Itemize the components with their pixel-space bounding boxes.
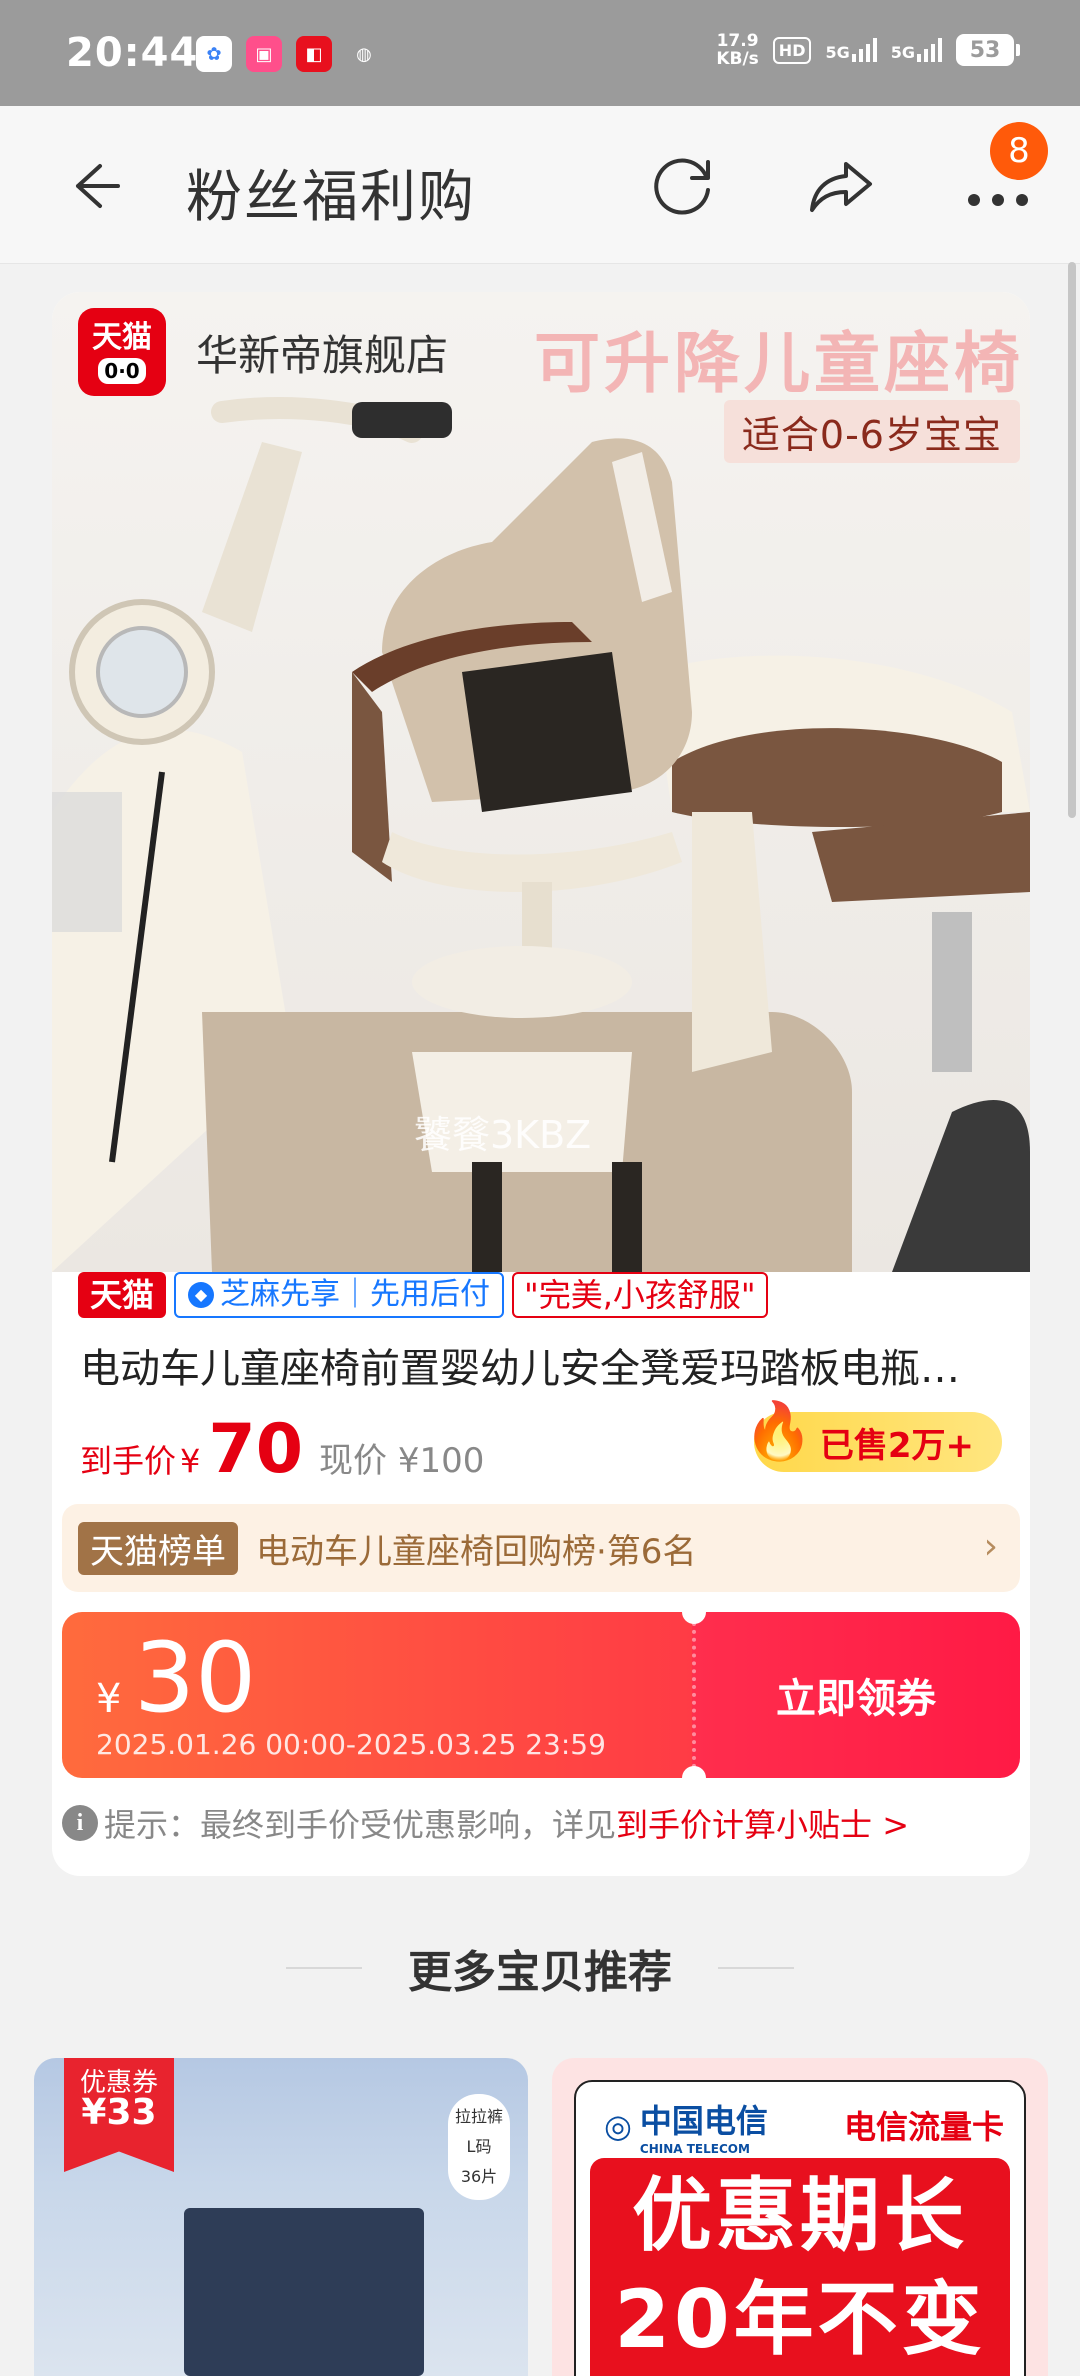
final-price: 70: [208, 1410, 304, 1489]
scrollbar[interactable]: [1068, 262, 1076, 818]
coupon[interactable]: ¥ 30 2025.01.26 00:00-2025.03.25 23:59 立…: [62, 1612, 1020, 1778]
rank-tag: 天猫榜单: [78, 1521, 238, 1575]
price-label: 到手价: [80, 1442, 177, 1480]
tmall-store-logo: 天猫 0·0: [78, 308, 166, 396]
coupon-value-area: ¥ 30 2025.01.26 00:00-2025.03.25 23:59: [62, 1612, 692, 1778]
app-notification-icon: ✿: [196, 36, 232, 72]
page-title: 粉丝福利购: [186, 165, 476, 230]
chevron-right-icon: ›: [983, 1526, 998, 1567]
notification-badge: 8: [990, 122, 1048, 180]
price-currency: ¥: [180, 1442, 201, 1480]
refresh-icon[interactable]: [648, 150, 720, 222]
tag-review-quote: "完美,小孩舒服": [512, 1272, 768, 1318]
recommend-card-diapers[interactable]: 优惠券 ¥33 拉拉裤 L码 36片: [34, 2058, 528, 2376]
app-notification-icon: ◍: [356, 43, 372, 65]
image-promo-title: 可升降儿童座椅: [534, 325, 1024, 402]
fire-icon: 🔥: [743, 1399, 814, 1464]
coupon-ribbon: 优惠券 ¥33: [64, 2058, 174, 2172]
image-promo-subtitle: 适合0-6岁宝宝: [723, 400, 1020, 463]
price-row: 到手价 ¥ 70 现价 ¥100: [80, 1410, 484, 1489]
tag-zhima: ◆ 芝麻先享｜先用后付: [174, 1272, 505, 1318]
hd-badge: HD: [772, 36, 812, 64]
signal-icon: 5G: [825, 38, 877, 62]
battery-icon: 53: [956, 34, 1020, 66]
app-notification-icon: ▣: [246, 36, 282, 72]
rank-text: 电动车儿童座椅回购榜·第6名: [256, 1531, 697, 1572]
recommend-card-telecom[interactable]: ◎ 中国电信 CHINA TELECOM 电信流量卡 优惠期长 20年不变: [552, 2058, 1048, 2376]
card-label: 电信流量卡: [843, 2108, 1004, 2146]
image-watermark: 饕餮3KBZ: [414, 1113, 592, 1157]
coupon-amount: 30: [134, 1622, 257, 1734]
tip-text: 提示：最终到手价受优惠影响，详见: [104, 1806, 617, 1844]
claim-coupon-button[interactable]: 立即领券: [692, 1612, 1020, 1778]
divider: [718, 1967, 794, 1969]
info-icon: i: [62, 1805, 98, 1841]
tag-tmall: 天猫: [78, 1272, 167, 1318]
net-speed: 17.9 KB/s: [716, 31, 759, 69]
telecom-ad: ◎ 中国电信 CHINA TELECOM 电信流量卡 优惠期长 20年不变: [574, 2080, 1026, 2376]
section-title: 更多宝贝推荐: [408, 1947, 672, 1998]
current-price: 现价 ¥100: [319, 1441, 485, 1481]
back-arrow-icon[interactable]: [60, 154, 124, 218]
product-title[interactable]: 电动车儿童座椅前置婴幼儿安全凳爱玛踏板电瓶…: [80, 1336, 1000, 1394]
status-time: 20:44: [66, 30, 199, 76]
store-name[interactable]: 华新帝旗舰店: [196, 322, 448, 383]
product-tags: 天猫 ◆ 芝麻先享｜先用后付 "完美,小孩舒服": [78, 1272, 768, 1318]
status-app-icons: ✿ ▣ ◧ ◍: [196, 36, 382, 72]
headline-panel: 优惠期长 20年不变: [590, 2158, 1010, 2376]
product-image[interactable]: 天猫 0·0 华新帝旗舰店 可升降儿童座椅 适合0-6岁宝宝 饕餮3KBZ: [52, 292, 1030, 1272]
coupon-validity: 2025.01.26 00:00-2025.03.25 23:59: [96, 1728, 606, 1761]
price-tip: i 提示：最终到手价受优惠影响，详见 到手价计算小贴士 >: [62, 1800, 909, 1846]
coupon-currency: ¥: [96, 1676, 122, 1722]
china-telecom-logo: ◎ 中国电信 CHINA TELECOM: [604, 2102, 768, 2156]
sold-count-badge: 🔥 已售2万+: [744, 1399, 1002, 1472]
store-header[interactable]: 天猫 0·0 华新帝旗舰店: [78, 308, 448, 396]
ranking-bar[interactable]: 天猫榜单 电动车儿童座椅回购榜·第6名 ›: [62, 1504, 1020, 1592]
share-icon[interactable]: [806, 150, 878, 222]
product-spec-label: 拉拉裤 L码 36片: [448, 2094, 510, 2200]
status-bar: 20:44 ✿ ▣ ◧ ◍ 17.9 KB/s HD 5G 5G 53: [0, 0, 1080, 106]
drop-icon: ◆: [188, 1282, 215, 1308]
tip-link[interactable]: 到手价计算小贴士 >: [616, 1800, 909, 1846]
app-notification-icon: ◧: [296, 36, 332, 72]
nav-header: 粉丝福利购 8: [0, 106, 1080, 264]
product-box-image: [184, 2208, 424, 2376]
product-card[interactable]: 天猫 0·0 华新帝旗舰店 可升降儿童座椅 适合0-6岁宝宝 饕餮3KBZ 天猫…: [52, 292, 1030, 1876]
signal-icon: 5G: [891, 38, 942, 62]
